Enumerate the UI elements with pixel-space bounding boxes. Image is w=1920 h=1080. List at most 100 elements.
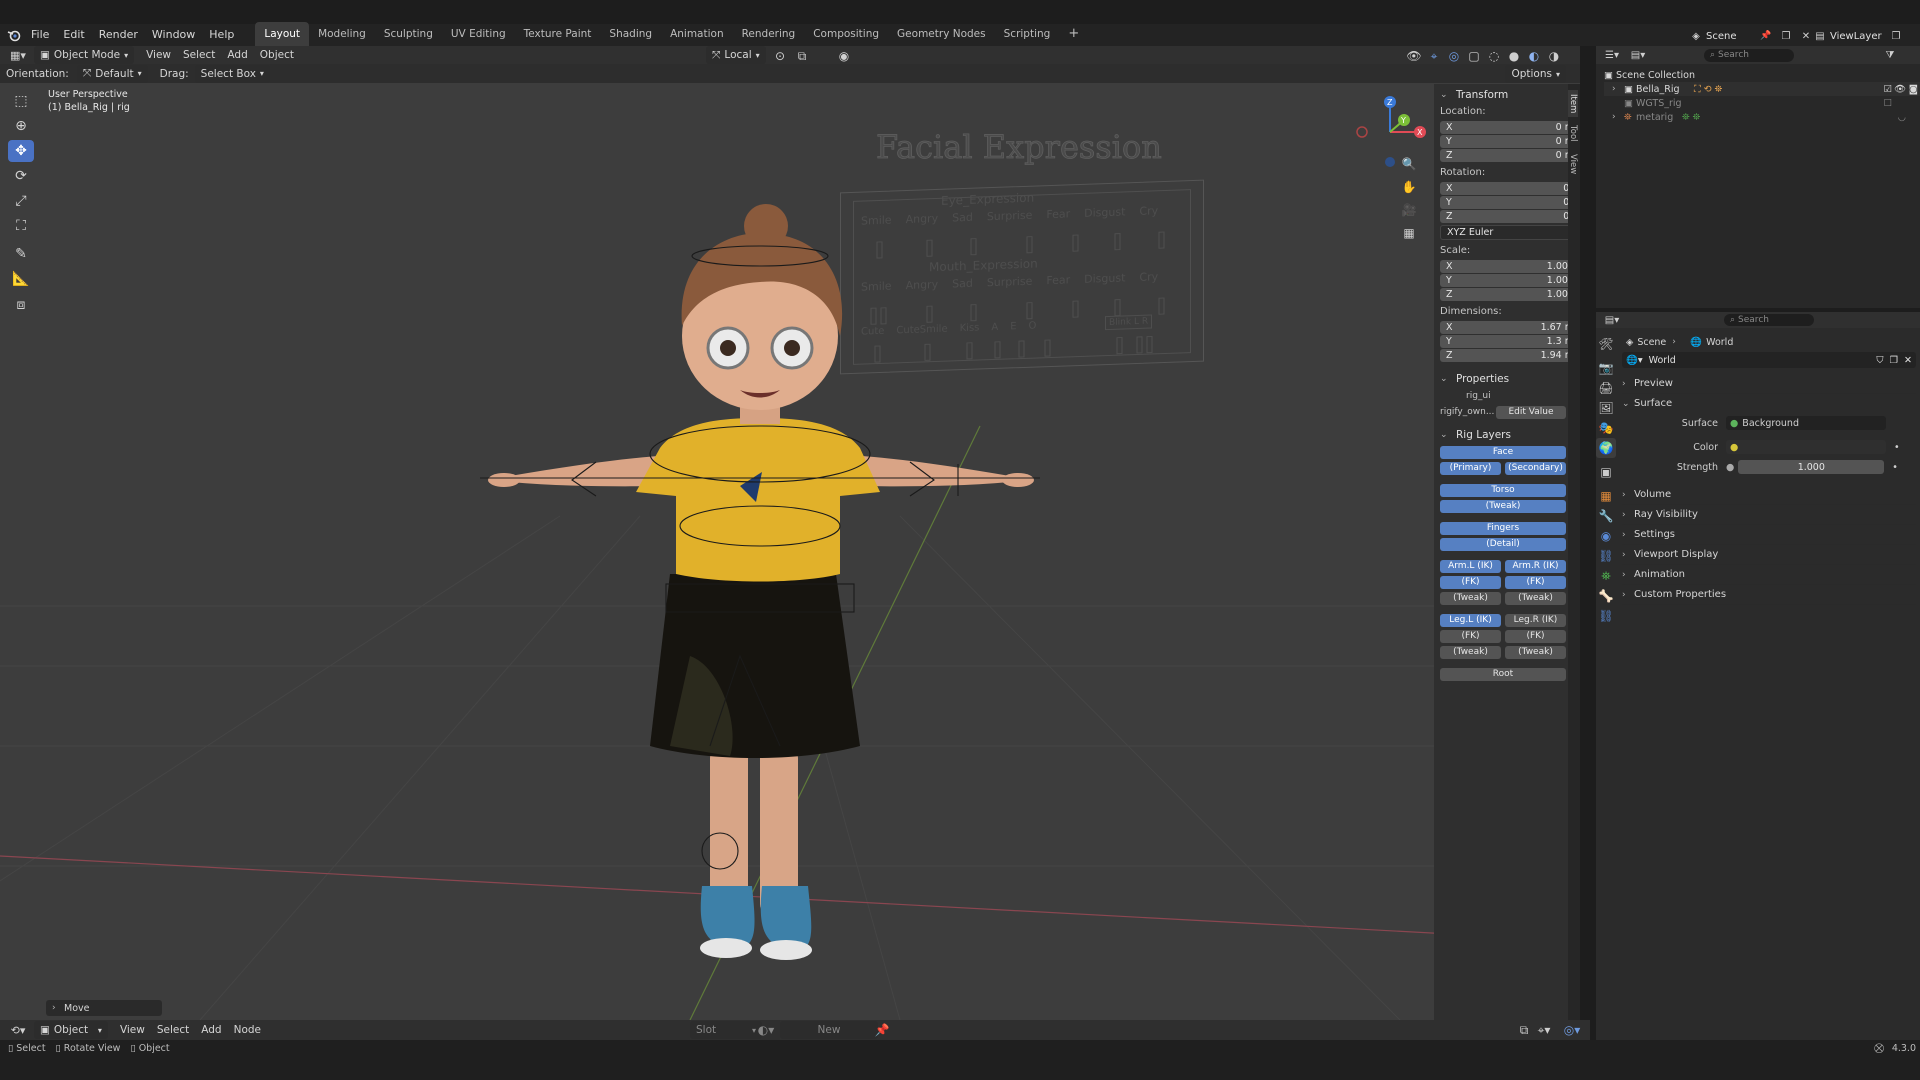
tab-animation[interactable]: Animation bbox=[661, 22, 733, 46]
snap-icon[interactable]: ⧉ bbox=[1514, 1020, 1534, 1040]
snap-icon[interactable]: ⧉ bbox=[792, 46, 812, 66]
view-layer-icon[interactable]: 🖼 bbox=[1596, 398, 1616, 418]
menu-add[interactable]: Add bbox=[195, 1024, 227, 1036]
checkbox-icon[interactable]: ☐ bbox=[1883, 98, 1892, 109]
layer-leg-l-tweak-button[interactable]: (Tweak) bbox=[1440, 646, 1501, 659]
properties-editor-icon[interactable]: ▤▾ bbox=[1602, 310, 1622, 330]
add-workspace-button[interactable]: + bbox=[1059, 22, 1088, 46]
tab-shading[interactable]: Shading bbox=[600, 22, 661, 46]
dimensions-z-field[interactable]: Z 1.94 m bbox=[1440, 349, 1580, 362]
tab-tool[interactable]: Tool bbox=[1568, 121, 1578, 146]
strength-field[interactable]: 1.000 bbox=[1738, 460, 1885, 474]
layer-leg-l-ik-button[interactable]: Leg.L (IK) bbox=[1440, 614, 1501, 627]
duplicate-icon[interactable]: ❐ bbox=[1890, 355, 1899, 366]
rig-layers-panel-header[interactable]: ⌄ Rig Layers bbox=[1440, 426, 1568, 444]
layer-fingers-detail-button[interactable]: (Detail) bbox=[1440, 538, 1566, 551]
overlay-toggle-icon[interactable]: ◎ bbox=[1444, 46, 1464, 66]
new-material-button[interactable]: New bbox=[780, 1021, 878, 1039]
measure-tool-icon[interactable]: 📐 bbox=[8, 268, 34, 290]
menu-view[interactable]: View bbox=[140, 49, 177, 61]
layer-torso-tweak-button[interactable]: (Tweak) bbox=[1440, 500, 1566, 513]
layer-leg-r-tweak-button[interactable]: (Tweak) bbox=[1505, 646, 1566, 659]
scene-collection-row[interactable]: ▣ Scene Collection bbox=[1604, 68, 1920, 82]
tab-rendering[interactable]: Rendering bbox=[733, 22, 805, 46]
shader-type-selector[interactable]: ▣ Object ▾ bbox=[34, 1021, 108, 1039]
move-tool-icon[interactable]: ✥ bbox=[8, 140, 34, 162]
tab-modeling[interactable]: Modeling bbox=[309, 22, 375, 46]
close-icon[interactable]: ✕ bbox=[1904, 355, 1912, 366]
panel-custom-properties[interactable]: › Custom Properties bbox=[1622, 585, 1916, 605]
collection-properties-icon[interactable]: ▣ bbox=[1596, 462, 1616, 482]
proportional-edit-icon[interactable]: ◉ bbox=[834, 46, 854, 66]
world-properties-icon[interactable]: 🌍 bbox=[1596, 438, 1616, 458]
menu-select[interactable]: Select bbox=[151, 1024, 195, 1036]
slot-selector[interactable]: Slot ▾ bbox=[690, 1021, 762, 1039]
layer-root-button[interactable]: Root bbox=[1440, 668, 1566, 681]
annotate-tool-icon[interactable]: ✎ bbox=[8, 243, 34, 265]
layer-face-primary-button[interactable]: (Primary) bbox=[1440, 462, 1501, 475]
camera-view-icon[interactable]: 🎥 bbox=[1399, 200, 1419, 220]
camera-render-icon[interactable]: ◙ bbox=[1909, 84, 1918, 95]
tab-texture-paint[interactable]: Texture Paint bbox=[515, 22, 601, 46]
pin-icon[interactable]: 📌 bbox=[872, 1020, 892, 1040]
panel-settings[interactable]: › Settings bbox=[1622, 525, 1916, 545]
blender-logo-icon[interactable] bbox=[4, 25, 24, 45]
visibility-icon[interactable]: 👁 bbox=[1404, 46, 1424, 66]
layer-face-secondary-button[interactable]: (Secondary) bbox=[1505, 462, 1566, 475]
panel-preview[interactable]: › Preview bbox=[1622, 374, 1916, 394]
layer-leg-l-fk-button[interactable]: (FK) bbox=[1440, 630, 1501, 643]
fake-user-icon[interactable]: ⛉ bbox=[1876, 355, 1883, 366]
viewlayer-selector[interactable]: ▤ ViewLayer ❐ bbox=[1810, 26, 1906, 46]
perspective-toggle-icon[interactable]: ▦ bbox=[1399, 223, 1419, 243]
output-properties-icon[interactable]: 🖨 bbox=[1596, 378, 1616, 398]
checkbox-icon[interactable]: ☑ bbox=[1883, 84, 1892, 95]
panel-animation[interactable]: › Animation bbox=[1622, 565, 1916, 585]
dimensions-y-field[interactable]: Y 1.3 m bbox=[1440, 335, 1580, 348]
location-z-field[interactable]: Z0 m bbox=[1440, 149, 1580, 162]
new-scene-icon[interactable]: ❐ bbox=[1776, 26, 1796, 46]
pin-icon[interactable]: 📌 bbox=[1756, 26, 1776, 46]
layer-torso-button[interactable]: Torso bbox=[1440, 484, 1566, 497]
bone-properties-icon[interactable]: 🦴 bbox=[1596, 586, 1616, 606]
properties-search-input[interactable]: ⌕ Search bbox=[1724, 314, 1814, 326]
layer-arm-l-tweak-button[interactable]: (Tweak) bbox=[1440, 592, 1501, 605]
add-cube-tool-icon[interactable]: ⧈ bbox=[8, 294, 34, 316]
layer-arm-l-fk-button[interactable]: (FK) bbox=[1440, 576, 1501, 589]
rotation-y-field[interactable]: Y0° bbox=[1440, 196, 1580, 209]
tab-compositing[interactable]: Compositing bbox=[804, 22, 888, 46]
tab-view[interactable]: View bbox=[1568, 150, 1578, 178]
panel-volume[interactable]: › Volume bbox=[1622, 485, 1916, 505]
menu-render[interactable]: Render bbox=[92, 25, 145, 45]
rotate-tool-icon[interactable]: ⟳ bbox=[8, 165, 34, 187]
outliner-item-bella-rig[interactable]: › ▣ Bella_Rig ⛶ ⟲ ⛯ ☑ 👁 ◙ bbox=[1604, 82, 1920, 96]
menu-edit[interactable]: Edit bbox=[56, 25, 91, 45]
shading-material-icon[interactable]: ◐ bbox=[1524, 46, 1544, 66]
world-datablock-selector[interactable]: 🌐▾ World ⛉ ❐ ✕ bbox=[1622, 352, 1916, 368]
layer-leg-r-fk-button[interactable]: (FK) bbox=[1505, 630, 1566, 643]
transform-panel-header[interactable]: ⌄ Transform bbox=[1440, 86, 1568, 104]
rotation-x-field[interactable]: X0° bbox=[1440, 182, 1580, 195]
rotation-z-field[interactable]: Z0° bbox=[1440, 210, 1580, 223]
color-swatch[interactable]: ● bbox=[1726, 440, 1886, 454]
tool-settings-icon[interactable]: 🛠 bbox=[1596, 334, 1616, 354]
layer-leg-r-ik-button[interactable]: Leg.R (IK) bbox=[1505, 614, 1566, 627]
shading-solid-icon[interactable]: ● bbox=[1504, 46, 1524, 66]
outliner-item-wgts-rig[interactable]: ▣ WGTS_rig ☐ bbox=[1604, 96, 1920, 110]
menu-select[interactable]: Select bbox=[177, 49, 221, 61]
node-gizmo-icon[interactable]: ⌖▾ bbox=[1534, 1020, 1554, 1040]
panel-ray-visibility[interactable]: › Ray Visibility bbox=[1622, 505, 1916, 525]
eye-icon[interactable]: 👁 bbox=[1894, 84, 1906, 95]
layer-arm-l-ik-button[interactable]: Arm.L (IK) bbox=[1440, 560, 1501, 573]
overlay-toggle-icon[interactable]: ◎▾ bbox=[1562, 1020, 1582, 1040]
pan-hand-icon[interactable]: ✋ bbox=[1399, 177, 1419, 197]
panel-surface[interactable]: ⌄ Surface bbox=[1622, 394, 1916, 413]
outliner-item-metarig[interactable]: › ⛯ metarig ⛯ ⛯ ◡ bbox=[1604, 110, 1920, 124]
surface-shader-selector[interactable]: ● Background bbox=[1726, 416, 1886, 430]
filter-icon[interactable]: ⧩ bbox=[1880, 45, 1900, 65]
scale-tool-icon[interactable]: ⤢ bbox=[8, 190, 34, 212]
physics-properties-icon[interactable]: ◉ bbox=[1596, 526, 1616, 546]
drag-selector[interactable]: Select Box ▾ bbox=[194, 64, 270, 83]
layer-arm-r-tweak-button[interactable]: (Tweak) bbox=[1505, 592, 1566, 605]
scene-properties-icon[interactable]: 🎭 bbox=[1596, 418, 1616, 438]
options-button[interactable]: Options ▾ bbox=[1505, 65, 1566, 83]
